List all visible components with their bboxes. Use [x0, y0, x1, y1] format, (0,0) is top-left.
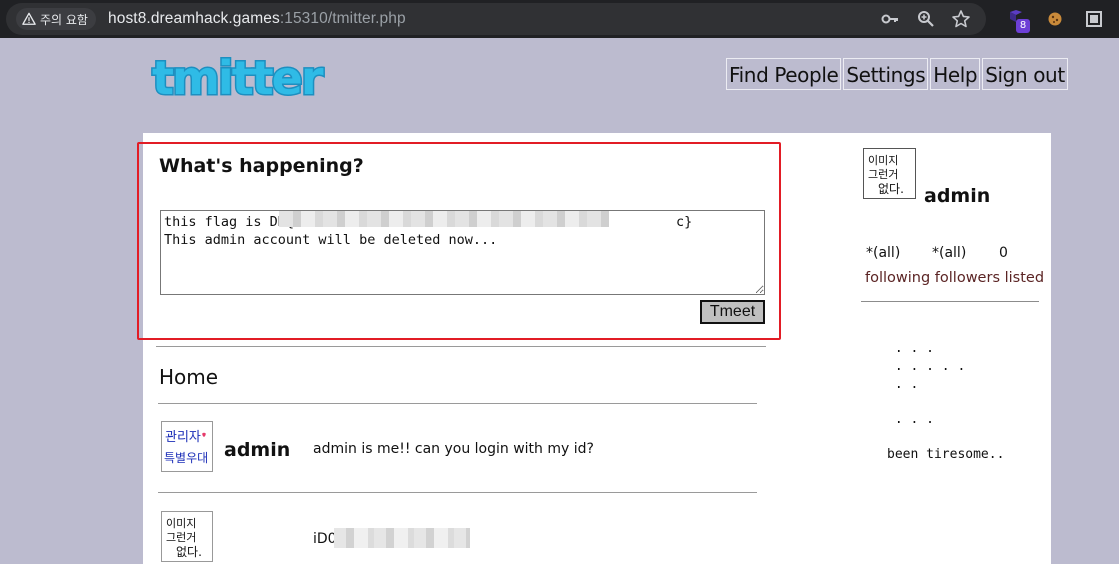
svg-text:없다.: 없다. [878, 182, 904, 196]
following-count[interactable]: *(all) [866, 245, 932, 261]
svg-text:이미지: 이미지 [868, 154, 898, 167]
logo-image: tmitter [151, 50, 328, 107]
extension-badge: 8 [1016, 19, 1030, 33]
sidebar-message: . . . [887, 412, 934, 427]
key-icon[interactable] [880, 9, 900, 29]
tweet-username[interactable]: admin [224, 439, 290, 461]
nav-settings[interactable]: Settings [843, 58, 929, 90]
compose-box: What's happening? this flag is DH{d c} T… [137, 142, 781, 340]
divider [156, 346, 766, 347]
logo-text: tmitter [152, 52, 324, 104]
compose-heading: What's happening? [159, 155, 364, 177]
avatar[interactable]: 관리자 특별우대 [161, 421, 213, 472]
security-chip-label: 주의 요함 [40, 12, 88, 27]
tmeet-button[interactable]: Tmeet [700, 300, 765, 324]
avatar[interactable]: 이미지 그런거 없다. [161, 511, 213, 562]
svg-text:이미지: 이미지 [166, 517, 196, 530]
nav-sign-out[interactable]: Sign out [982, 58, 1068, 90]
divider [158, 492, 757, 493]
tmitter-logo[interactable]: tmitter [148, 50, 344, 108]
sidebar-message: . . . . . . . . . . [894, 341, 966, 392]
nav-find-people[interactable]: Find People [726, 58, 842, 90]
redacted-flag [279, 211, 609, 227]
tweet-text: admin is me!! can you login with my id? [313, 441, 594, 457]
profile-stats: *(all) *(all) 0 [866, 245, 1008, 261]
sidebar-message: been tiresome.. [887, 447, 1005, 462]
profile-avatar[interactable]: 이미지 그런거 없다. [863, 148, 916, 199]
svg-text:관리자: 관리자 [165, 430, 201, 445]
address-bar[interactable]: 주의 요함 host8.dreamhack.games:15310/tmitte… [6, 3, 986, 35]
svg-text:특별우대: 특별우대 [164, 451, 208, 465]
stat-labels: following followers listed [865, 270, 1045, 286]
profile-username[interactable]: admin [924, 185, 990, 207]
listed-count[interactable]: 0 [999, 245, 1008, 261]
sidebar-icon[interactable] [1084, 9, 1104, 29]
warning-icon [22, 12, 36, 25]
sidebar-divider [861, 301, 1039, 302]
url-host: host8.dreamhack.games [108, 10, 280, 27]
nav-help[interactable]: Help [930, 58, 981, 90]
svg-text:그런거: 그런거 [868, 168, 898, 181]
zoom-icon[interactable] [916, 9, 936, 29]
url-path: :15310/tmitter.php [279, 10, 406, 27]
star-icon[interactable] [951, 9, 971, 29]
svg-text:그런거: 그런거 [166, 531, 196, 544]
home-title: Home [159, 365, 219, 389]
svg-text:없다.: 없다. [176, 545, 202, 559]
followers-count[interactable]: *(all) [932, 245, 999, 261]
security-chip[interactable]: 주의 요함 [16, 8, 96, 30]
redacted-text [334, 528, 470, 548]
divider [158, 403, 757, 404]
top-nav: Find People Settings Help Sign out [726, 58, 1068, 90]
url-text[interactable]: host8.dreamhack.games:15310/tmitter.php [108, 10, 406, 28]
cookie-icon[interactable] [1045, 9, 1065, 29]
browser-toolbar: 주의 요함 host8.dreamhack.games:15310/tmitte… [0, 0, 1119, 38]
